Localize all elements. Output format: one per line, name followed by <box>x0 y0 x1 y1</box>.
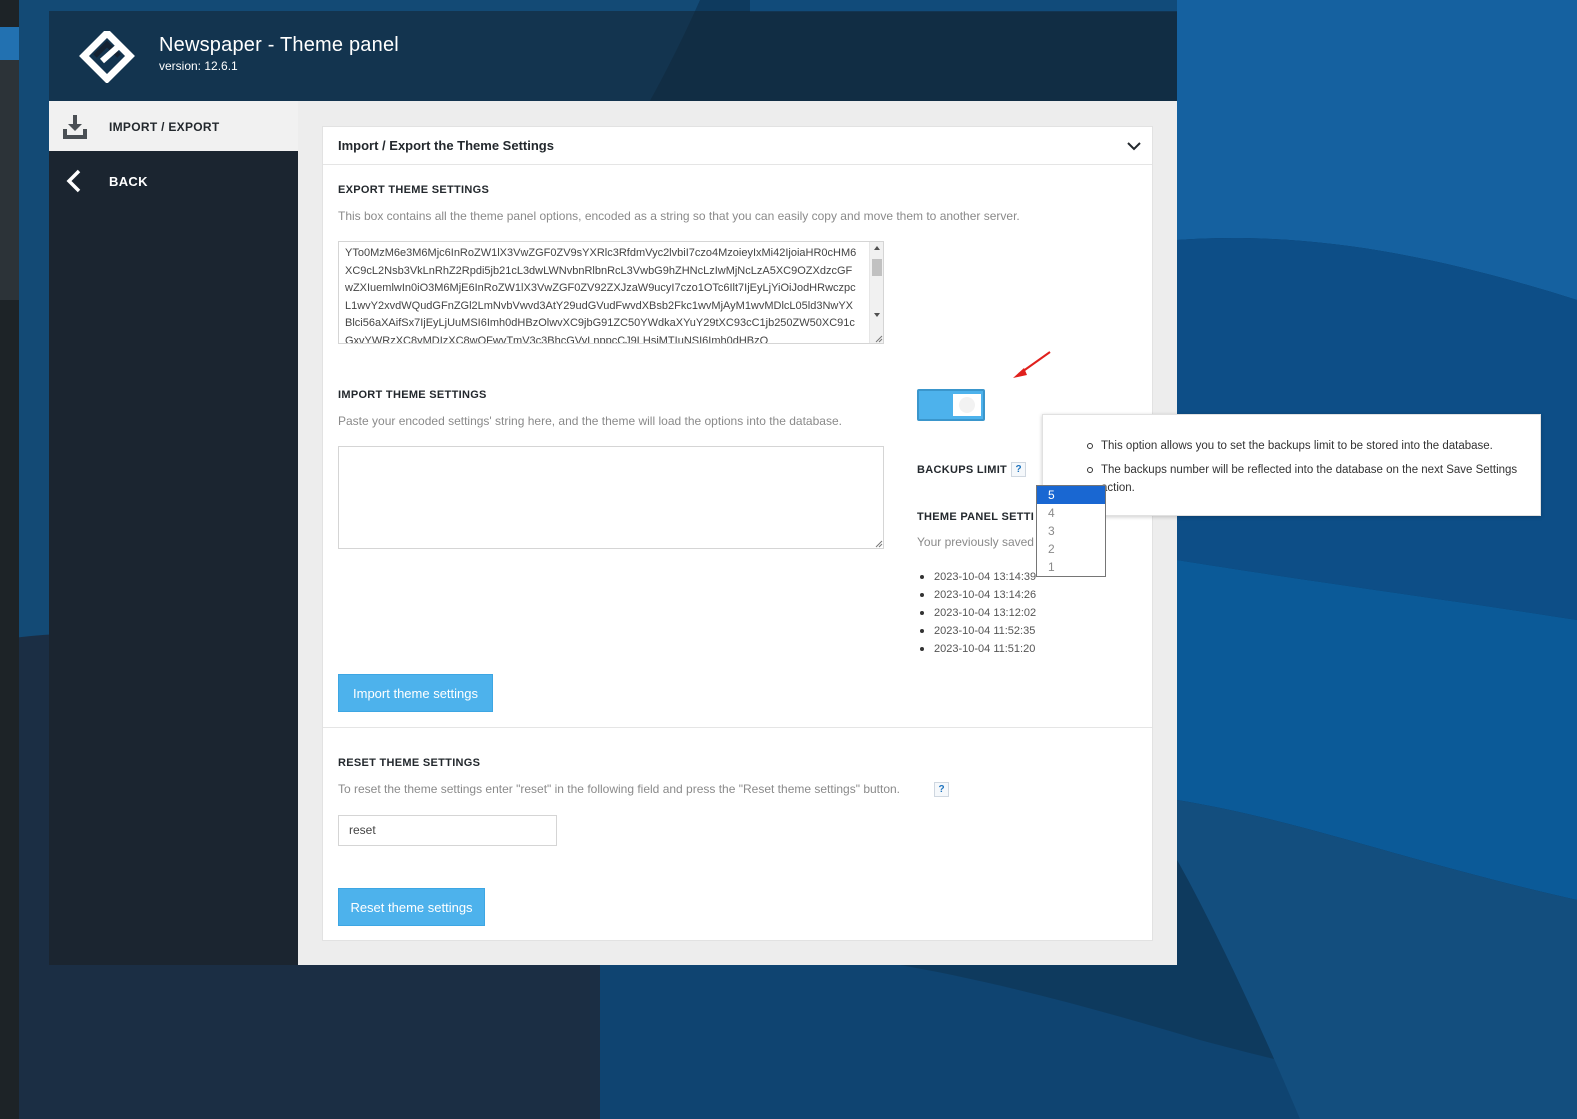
sidebar-item-label: IMPORT / EXPORT <box>109 120 220 134</box>
backup-item[interactable]: 2023-10-04 13:14:39 <box>918 568 1036 586</box>
scroll-down-icon[interactable] <box>874 313 880 317</box>
export-textarea[interactable]: YTo0MzM6e3M6Mjc6InRoZW1lX3VwZGF0ZV9sYXRl… <box>338 241 884 344</box>
resize-grip-icon[interactable] <box>875 335 883 343</box>
scroll-up-icon[interactable] <box>874 246 880 250</box>
wp-admin-sidebar <box>0 0 19 1119</box>
reset-input[interactable]: reset <box>338 815 557 846</box>
export-scrollbar[interactable] <box>869 242 883 343</box>
dropdown-option[interactable]: 1 <box>1037 558 1105 576</box>
backups-limit-tooltip: This option allows you to set the backup… <box>1042 414 1541 516</box>
panel-sidebar: IMPORT / EXPORT BACK <box>49 101 298 965</box>
tagdiv-logo-icon <box>79 31 135 83</box>
import-textarea[interactable] <box>338 446 884 549</box>
export-text: YTo0MzM6e3M6Mjc6InRoZW1lX3VwZGF0ZV9sYXRl… <box>345 247 857 344</box>
sidebar-item-import-export[interactable]: IMPORT / EXPORT <box>49 101 298 153</box>
backups-limit-label: BACKUPS LIMIT <box>917 464 1008 476</box>
backup-item[interactable]: 2023-10-04 13:14:26 <box>918 586 1036 604</box>
reset-help-button[interactable]: ? <box>934 782 949 797</box>
dropdown-option[interactable]: 4 <box>1037 504 1105 522</box>
card-header[interactable]: Import / Export the Theme Settings <box>323 127 1152 165</box>
backups-limit-dropdown[interactable]: 5 4 3 2 1 <box>1036 485 1106 577</box>
import-description: Paste your encoded settings' string here… <box>338 414 842 428</box>
chevron-left-icon <box>66 169 81 193</box>
backup-item[interactable]: 2023-10-04 11:52:35 <box>918 622 1036 640</box>
import-export-card: Import / Export the Theme Settings EXPOR… <box>322 126 1153 941</box>
sidebar-item-label: BACK <box>109 174 148 189</box>
annotation-arrow-icon <box>1013 351 1051 378</box>
import-settings-button[interactable]: Import theme settings <box>338 674 493 712</box>
toggle-knob <box>953 394 981 416</box>
panel-header: Newspaper - Theme panel version: 12.6.1 <box>49 11 1177 102</box>
saved-settings-title: THEME PANEL SETTI <box>917 511 1035 523</box>
section-divider <box>323 727 1152 728</box>
tooltip-item: This option allows you to set the backup… <box>1087 437 1531 455</box>
tooltip-list: This option allows you to set the backup… <box>1087 437 1531 503</box>
dropdown-option[interactable]: 5 <box>1037 486 1105 504</box>
dropdown-option[interactable]: 3 <box>1037 522 1105 540</box>
dropdown-option[interactable]: 2 <box>1037 540 1105 558</box>
import-title: IMPORT THEME SETTINGS <box>338 389 487 401</box>
scroll-thumb[interactable] <box>872 259 882 276</box>
sidebar-item-back[interactable]: BACK <box>49 155 298 207</box>
reset-description: To reset the theme settings enter "reset… <box>338 782 901 796</box>
panel-title: Newspaper - Theme panel <box>159 34 399 56</box>
wp-admin-active-item[interactable] <box>0 27 19 60</box>
backup-item[interactable]: 2023-10-04 11:51:20 <box>918 640 1036 658</box>
wp-admin-submenu <box>0 60 19 300</box>
download-icon <box>63 115 87 139</box>
version-label: version: 12.6.1 <box>159 59 238 73</box>
tooltip-item: The backups number will be reflected int… <box>1087 461 1531 497</box>
backups-list: 2023-10-04 13:14:39 2023-10-04 13:14:26 … <box>918 568 1036 658</box>
backups-help-button[interactable]: ? <box>1011 462 1026 477</box>
resize-grip-icon[interactable] <box>875 540 883 548</box>
reset-settings-button[interactable]: Reset theme settings <box>338 888 485 926</box>
reset-title: RESET THEME SETTINGS <box>338 757 481 769</box>
backups-toggle[interactable] <box>917 389 985 421</box>
export-description: This box contains all the theme panel op… <box>338 209 1020 223</box>
backup-item[interactable]: 2023-10-04 13:12:02 <box>918 604 1036 622</box>
chevron-down-icon[interactable] <box>1126 138 1142 154</box>
saved-settings-description: Your previously saved <box>917 535 1034 549</box>
export-title: EXPORT THEME SETTINGS <box>338 184 490 196</box>
card-title: Import / Export the Theme Settings <box>338 138 554 153</box>
